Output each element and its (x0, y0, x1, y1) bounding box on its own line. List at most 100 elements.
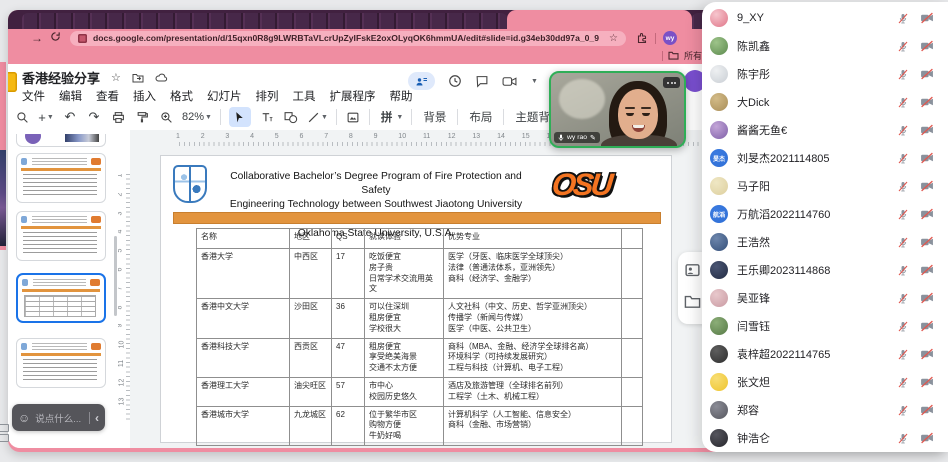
chevron-down-icon[interactable]: ▼ (531, 78, 538, 85)
paint-format-icon[interactable] (134, 107, 150, 127)
insert-image-icon[interactable] (345, 107, 361, 127)
all-bookmarks-label[interactable]: 所有 (684, 49, 702, 62)
participant-row[interactable]: 大Dick (702, 88, 948, 116)
present-mode-icon[interactable] (408, 72, 435, 90)
mic-muted-icon[interactable] (897, 376, 909, 389)
menu-item-排列[interactable]: 排列 (256, 88, 279, 104)
slide-thumbnail-1[interactable] (16, 134, 106, 147)
menu-item-文件[interactable]: 文件 (22, 88, 45, 104)
inactive-tabs-left[interactable] (22, 13, 507, 29)
camera-muted-icon[interactable] (920, 292, 934, 304)
mic-muted-icon[interactable] (897, 292, 909, 305)
camera-muted-icon[interactable] (920, 180, 934, 192)
camera-muted-icon[interactable] (920, 376, 934, 388)
participant-row[interactable]: 旻杰刘旻杰2021114805 (702, 144, 948, 172)
camera-muted-icon[interactable] (920, 96, 934, 108)
select-tool-active[interactable] (229, 107, 251, 127)
mic-muted-icon[interactable] (897, 264, 909, 277)
participant-row[interactable]: 航滔万航滔2022114760 (702, 200, 948, 228)
slide-thumbnail-3[interactable] (16, 211, 106, 261)
participant-row[interactable]: 9_XY (702, 4, 948, 32)
search-menus-icon[interactable] (14, 107, 30, 127)
slide-thumbnail-5[interactable] (16, 338, 106, 388)
text-box-icon[interactable] (259, 107, 275, 127)
zoom-in-icon[interactable] (158, 107, 174, 127)
version-history-icon[interactable] (448, 74, 462, 88)
cloud-saved-icon[interactable] (155, 73, 168, 83)
star-document-icon[interactable]: ☆ (111, 71, 121, 84)
extensions-icon[interactable] (636, 32, 648, 44)
participant-row[interactable]: 陈宇彤 (702, 60, 948, 88)
participant-row[interactable]: 郑容 (702, 396, 948, 424)
mic-muted-icon[interactable] (897, 208, 909, 221)
camera-muted-icon[interactable] (920, 348, 934, 360)
browser-profile-avatar[interactable]: wy (663, 31, 677, 45)
menu-item-工具[interactable]: 工具 (293, 88, 316, 104)
slide-thumbnail-2[interactable] (16, 153, 106, 203)
chat-placeholder[interactable]: 说点什么... (35, 411, 84, 425)
mic-muted-icon[interactable] (897, 432, 909, 445)
active-tab[interactable] (507, 10, 692, 29)
filmstrip-view-icon[interactable] (0, 434, 9, 442)
mic-muted-icon[interactable] (897, 12, 909, 25)
reload-button[interactable] (46, 31, 64, 45)
share-panel-icon[interactable] (684, 262, 701, 279)
camera-muted-icon[interactable] (920, 264, 934, 276)
participant-row[interactable]: 钟浩仑 (702, 424, 948, 452)
bookmark-star-icon[interactable]: ☆ (609, 33, 618, 44)
mic-muted-icon[interactable] (897, 96, 909, 109)
participant-row[interactable]: 张文炟 (702, 368, 948, 396)
webcam-video-tile[interactable]: wy rao ✎ (549, 71, 686, 148)
camera-muted-icon[interactable] (920, 432, 934, 444)
menu-item-插入[interactable]: 插入 (133, 88, 156, 104)
camera-muted-icon[interactable] (920, 152, 934, 164)
mic-muted-icon[interactable] (897, 68, 909, 81)
participant-row[interactable]: 袁梓超2022114765 (702, 340, 948, 368)
mic-muted-icon[interactable] (897, 152, 909, 165)
document-title[interactable]: 香港经验分享 (22, 68, 100, 87)
mic-muted-icon[interactable] (897, 236, 909, 249)
address-bar[interactable]: docs.google.com/presentation/d/15qxn0R8g… (70, 31, 626, 46)
filmstrip-scrollbar[interactable] (114, 236, 117, 316)
undo-icon[interactable]: ↶ (62, 107, 78, 127)
menu-item-编辑[interactable]: 编辑 (59, 88, 82, 104)
participant-row[interactable]: 王乐卿2023114868 (702, 256, 948, 284)
comments-icon[interactable] (475, 75, 489, 88)
slide-thumbnail-4[interactable] (16, 273, 106, 323)
url-text[interactable]: docs.google.com/presentation/d/15qxn0R8g… (93, 33, 603, 43)
participant-row[interactable]: 酱酱无鱼€ (702, 116, 948, 144)
meet-camera-icon[interactable] (502, 76, 517, 87)
camera-muted-icon[interactable] (920, 320, 934, 332)
shapes-icon[interactable] (283, 107, 299, 127)
bookmarks-folder-icon[interactable] (668, 51, 679, 60)
background-button[interactable]: 背景 (420, 109, 449, 125)
pin-tool-button[interactable]: 拼▼ (378, 107, 403, 127)
menu-item-帮助[interactable]: 帮助 (390, 88, 413, 104)
participant-row[interactable]: 王浩然 (702, 228, 948, 256)
folder-panel-icon[interactable] (684, 294, 701, 309)
menu-item-查看[interactable]: 查看 (96, 88, 119, 104)
camera-muted-icon[interactable] (920, 236, 934, 248)
participant-row[interactable]: 陈凯鑫 (702, 32, 948, 60)
camera-muted-icon[interactable] (920, 208, 934, 220)
emoji-icon[interactable]: ☺ (18, 411, 30, 425)
mic-muted-icon[interactable] (897, 320, 909, 333)
grid-view-icon[interactable] (0, 424, 9, 432)
webcam-more-button[interactable] (663, 77, 680, 88)
move-to-folder-icon[interactable] (132, 73, 144, 83)
layout-button[interactable]: 布局 (466, 109, 495, 125)
current-slide[interactable]: Collaborative Bachelor’s Degree Program … (160, 155, 672, 443)
mic-muted-icon[interactable] (897, 404, 909, 417)
menu-item-幻灯片[interactable]: 幻灯片 (207, 88, 242, 104)
camera-muted-icon[interactable] (920, 40, 934, 52)
slides-logo-icon[interactable] (8, 72, 17, 92)
camera-muted-icon[interactable] (920, 404, 934, 416)
mic-muted-icon[interactable] (897, 124, 909, 137)
camera-muted-icon[interactable] (920, 12, 934, 24)
rename-pencil-icon[interactable]: ✎ (590, 134, 596, 142)
participant-row[interactable]: 吴亚锋 (702, 284, 948, 312)
new-slide-button[interactable]: +▼ (38, 107, 54, 127)
mic-muted-icon[interactable] (897, 348, 909, 361)
camera-muted-icon[interactable] (920, 68, 934, 80)
participant-row[interactable]: 马子阳 (702, 172, 948, 200)
